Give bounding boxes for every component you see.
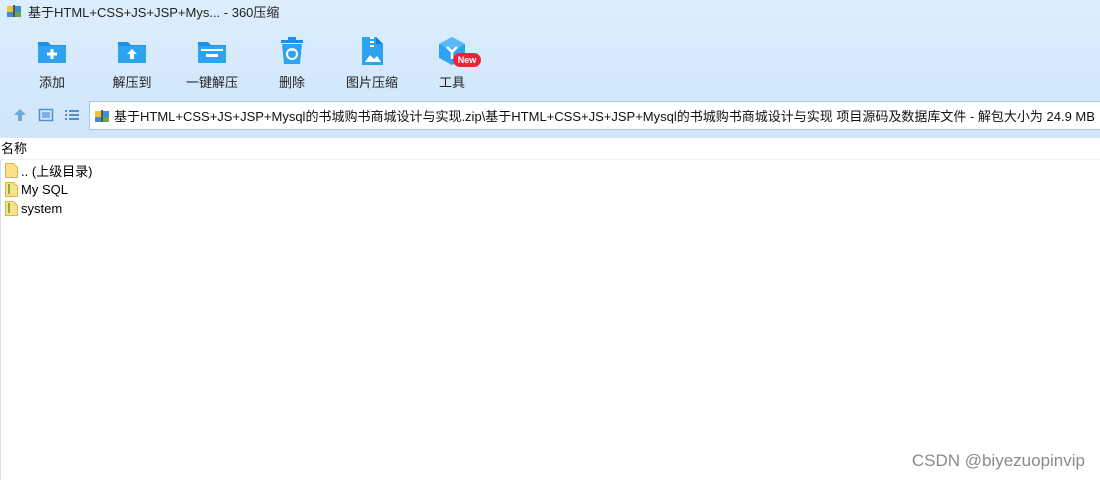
image-compress-label: 图片压缩 [346, 75, 399, 90]
archive-app-icon [6, 3, 22, 19]
list-view-icon[interactable] [64, 107, 80, 123]
watermark-text: CSDN @biyezuopinvip [911, 451, 1085, 470]
path-text: 基于HTML+CSS+JS+JSP+Mysql的书城购书商城设计与实现.zip\… [114, 109, 1095, 124]
add-folder-icon [35, 34, 69, 68]
list-item-label: system [21, 201, 63, 216]
window-title: 基于HTML+CSS+JS+JSP+Mys... - 360压缩 [28, 4, 280, 20]
extract-to-label: 解压到 [112, 75, 152, 90]
main-toolbar: 添加 解压到 一键解压 删除 图片压缩 工具 New [0, 28, 1100, 92]
add-button[interactable]: 添加 [32, 28, 72, 92]
folder-icon [5, 182, 18, 197]
title-bar: 基于HTML+CSS+JS+JSP+Mys... - 360压缩 [0, 0, 1100, 22]
one-click-extract-button[interactable]: 一键解压 [186, 28, 238, 92]
file-list: .. (上级目录) My SQL system [0, 161, 1100, 218]
extract-to-button[interactable]: 解压到 [111, 28, 153, 92]
delete-trash-icon [275, 34, 309, 68]
list-item-parent-directory[interactable]: .. (上级目录) [0, 161, 1100, 180]
new-badge: New [453, 53, 481, 67]
top-ribbon: 基于HTML+CSS+JS+JSP+Mys... - 360压缩 添加 解压到 … [0, 0, 1100, 138]
one-click-extract-icon [195, 34, 229, 68]
list-item-mysql[interactable]: My SQL [0, 180, 1100, 199]
up-arrow-icon[interactable] [12, 107, 28, 123]
path-address-bar[interactable]: 基于HTML+CSS+JS+JSP+Mysql的书城购书商城设计与实现.zip\… [89, 101, 1100, 130]
tools-label: 工具 [438, 75, 465, 90]
list-item-system[interactable]: system [0, 199, 1100, 218]
delete-label: 删除 [278, 75, 305, 90]
thumbnail-view-icon[interactable] [38, 107, 54, 123]
zip-archive-icon [94, 108, 110, 124]
folder-icon [5, 163, 18, 178]
folder-icon [5, 201, 18, 216]
list-item-label: My SQL [21, 182, 68, 197]
extract-to-folder-icon [115, 34, 149, 68]
navigation-row: 基于HTML+CSS+JS+JSP+Mysql的书城购书商城设计与实现.zip\… [0, 100, 1100, 130]
list-item-label: .. (上级目录) [21, 164, 93, 179]
column-header-name[interactable]: 名称 [0, 138, 1100, 160]
image-compress-icon [355, 34, 389, 68]
image-compress-button[interactable]: 图片压缩 [346, 28, 398, 92]
one-click-extract-label: 一键解压 [186, 75, 239, 90]
add-label: 添加 [38, 75, 65, 90]
delete-button[interactable]: 删除 [276, 28, 308, 92]
